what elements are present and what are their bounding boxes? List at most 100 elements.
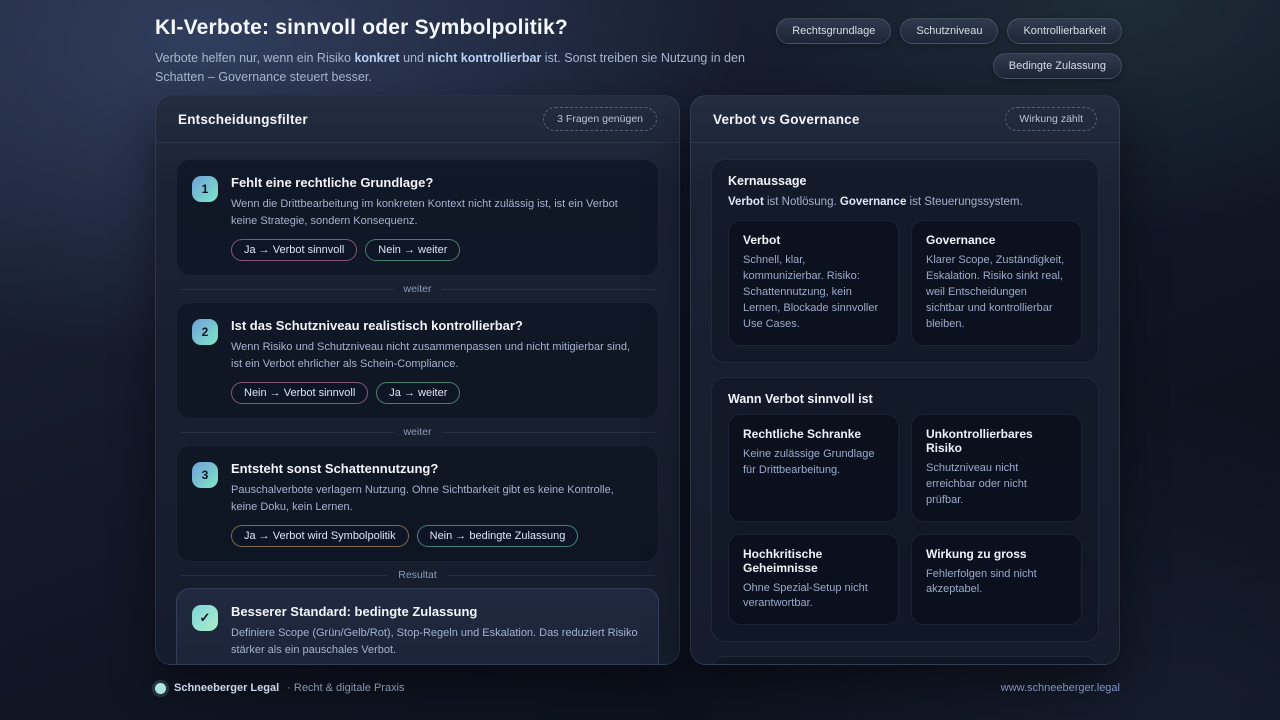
connector-label: Resultat [398, 569, 437, 581]
connector-line [180, 431, 394, 433]
lead-text: ist Notlösung. [763, 196, 840, 208]
answer-pill-nein[interactable]: Nein → bedingte Zulassung [416, 525, 579, 547]
result-title: Besserer Standard: bedingte Zulassung [231, 604, 478, 619]
step-number-badge: 2 [192, 319, 218, 345]
result-card: ✓ Besserer Standard: bedingte Zulassung … [176, 588, 659, 664]
verbot-governance-panel: Verbot vs Governance Wirkung zählt Kerna… [690, 95, 1120, 665]
flow-connector: weiter [180, 283, 656, 295]
card-title: Unkontrollierbares Risiko [926, 426, 1033, 455]
brand-dot-icon [155, 682, 166, 694]
card-title: Hochkritische Geheimnisse [743, 546, 823, 575]
step-number-badge: 3 [192, 462, 218, 488]
criteria-grid: Rechtliche Schranke Keine zulässige Grun… [728, 413, 1082, 626]
card-title: Rechtliche Schranke [743, 426, 862, 441]
connector-label: weiter [403, 426, 432, 438]
main-content: Entscheidungsfilter 3 Fragen genügen 1 F… [155, 95, 1120, 665]
card-body: Keine zulässige Grundlage für Drittbearb… [743, 447, 875, 476]
tag-row: Bedingte Zulassung [992, 53, 1122, 79]
lead-emphasis: Governance [839, 196, 907, 208]
connector-line [180, 574, 389, 576]
section-heading: Kernaussage [728, 174, 807, 188]
answer-pill-nein[interactable]: Nein → Verbot sinnvoll [231, 382, 369, 404]
answer-pills: Nein → Verbot sinnvoll Ja → weiter [231, 382, 642, 404]
card-title: Wirkung zu gross [926, 546, 1027, 561]
tag-kontrollierbarkeit[interactable]: Kontrollierbarkeit [1007, 18, 1122, 44]
lead-text: ist Steuerungssystem. [906, 196, 1023, 208]
section-heading: Wann Verbot sinnvoll ist [728, 391, 873, 406]
answer-pill-ja[interactable]: Ja → Verbot sinnvoll [231, 239, 358, 261]
card-unkontrollierbares-risiko: Unkontrollierbares Risiko Schutzniveau n… [911, 413, 1082, 522]
result-content: Besserer Standard: bedingte Zulassung De… [231, 604, 642, 664]
step-text: Wenn Risiko und Schutzniveau nicht zusam… [231, 341, 631, 370]
intro-block: KI-Verbote: sinnvoll oder Symbolpolitik?… [155, 16, 776, 88]
step-title: Ist das Schutzniveau realistisch kontrol… [231, 318, 523, 333]
step-content: Entsteht sonst Schattennutzung? Pauschal… [231, 461, 642, 547]
step-content: Ist das Schutzniveau realistisch kontrol… [231, 318, 642, 404]
comparison-grid: Verbot Schnell, klar, kommunizierbar. Ri… [728, 220, 1082, 346]
card-wirkung-zu-gross: Wirkung zu gross Fehlerfolgen sind nicht… [911, 533, 1082, 626]
step-content: Fehlt eine rechtliche Grundlage? Wenn di… [231, 175, 642, 261]
decision-filter-panel: Entscheidungsfilter 3 Fragen genügen 1 F… [155, 95, 680, 665]
page-subtitle: Verbote helfen nur, wenn ein Risiko konk… [155, 49, 765, 88]
card-body: Fehlerfolgen sind nicht akzeptabel. [926, 567, 1037, 596]
step-text: Pauschalverbote verlagern Nutzung. Ohne … [231, 484, 614, 513]
panel-body: Kernaussage Verbot ist Notlösung. Govern… [691, 143, 1119, 664]
step-card-1: 1 Fehlt eine rechtliche Grundlage? Wenn … [176, 159, 659, 276]
step-title: Fehlt eine rechtliche Grundlage? [231, 175, 434, 190]
tag-schutzniveau[interactable]: Schutzniveau [900, 18, 999, 44]
answer-pills: Ja → Verbot sinnvoll Nein → weiter [231, 239, 642, 261]
header: KI-Verbote: sinnvoll oder Symbolpolitik?… [155, 16, 1122, 88]
answer-pill-ja[interactable]: Ja → Verbot wird Symbolpolitik [231, 525, 409, 547]
card-body: Ohne Spezial-Setup nicht verantwortbar. [743, 581, 868, 610]
step-number-badge: 1 [192, 176, 218, 202]
card-title: Governance [926, 233, 996, 247]
panel-body: 1 Fehlt eine rechtliche Grundlage? Wenn … [156, 143, 679, 664]
panel-title: Verbot vs Governance [713, 111, 860, 127]
card-rechtliche-schranke: Rechtliche Schranke Keine zulässige Grun… [728, 413, 899, 522]
website-url[interactable]: www.schneeberger.legal [1001, 682, 1120, 694]
card-title: Verbot [743, 233, 781, 247]
brand-name: Schneeberger Legal [174, 682, 280, 694]
subtitle-text: und [399, 51, 428, 65]
answer-pill-nein[interactable]: Nein → weiter [365, 239, 461, 261]
answer-pill-ja[interactable]: Ja → weiter [376, 382, 461, 404]
panel-badge: 3 Fragen genügen [543, 107, 657, 131]
card-body: Schnell, klar, kommunizierbar. Risiko: S… [743, 254, 879, 330]
step-card-3: 3 Entsteht sonst Schattennutzung? Pausch… [176, 445, 659, 562]
card-verbot: Verbot Schnell, klar, kommunizierbar. Ri… [728, 220, 899, 346]
connector-label: weiter [403, 283, 432, 295]
footer: Schneeberger Legal · Recht & digitale Pr… [155, 682, 1120, 694]
tag-bedingte-zulassung[interactable]: Bedingte Zulassung [992, 53, 1122, 79]
section-lead: Verbot ist Notlösung. Governance ist Ste… [728, 196, 1082, 208]
flow-connector: Resultat [180, 569, 655, 581]
connector-line [180, 288, 394, 290]
step-text: Wenn die Drittbearbeitung im konkreten K… [231, 198, 618, 227]
page-title: KI-Verbote: sinnvoll oder Symbolpolitik? [155, 16, 568, 39]
step-card-2: 2 Ist das Schutzniveau realistisch kontr… [176, 302, 659, 419]
topic-tags: Rechtsgrundlage Schutzniveau Kontrollier… [776, 16, 1122, 88]
connector-line [441, 288, 656, 290]
section-warnzeichen: Warnzeichen für Symbolpolitik «Wir verbi… [711, 656, 1099, 664]
section-wann-verbot: Wann Verbot sinnvoll ist Rechtliche Schr… [711, 376, 1099, 643]
section-kernaussage: Kernaussage Verbot ist Notlösung. Govern… [711, 159, 1099, 363]
panel-badge: Wirkung zählt [1005, 107, 1097, 131]
step-title: Entsteht sonst Schattennutzung? [231, 461, 439, 476]
tag-rechtsgrundlage[interactable]: Rechtsgrundlage [776, 18, 892, 44]
connector-line [441, 431, 656, 433]
subtitle-emphasis: nicht kontrollierbar [427, 51, 542, 65]
panel-header: Entscheidungsfilter 3 Fragen genügen [156, 96, 679, 143]
card-hochkritische-geheimnisse: Hochkritische Geheimnisse Ohne Spezial-S… [728, 533, 899, 626]
brand-tagline: · Recht & digitale Praxis [287, 682, 405, 694]
subtitle-text: Verbote helfen nur, wenn ein Risiko [155, 51, 355, 65]
panel-title: Entscheidungsfilter [178, 111, 308, 127]
card-governance: Governance Klarer Scope, Zuständigkeit, … [911, 220, 1082, 346]
card-body: Schutzniveau nicht erreichbar oder nicht… [926, 461, 1027, 506]
result-text: Definiere Scope (Grün/Gelb/Rot), Stop-Re… [231, 627, 638, 656]
connector-line [446, 574, 655, 576]
card-body: Klarer Scope, Zuständigkeit, Eskalation.… [926, 254, 1065, 330]
answer-pills: Ja → Verbot wird Symbolpolitik Nein → be… [231, 525, 642, 547]
flow-connector: weiter [180, 426, 656, 438]
brand-block: Schneeberger Legal · Recht & digitale Pr… [155, 682, 405, 694]
tag-row: Rechtsgrundlage Schutzniveau Kontrollier… [776, 18, 1122, 44]
lead-emphasis: Verbot [728, 196, 764, 208]
